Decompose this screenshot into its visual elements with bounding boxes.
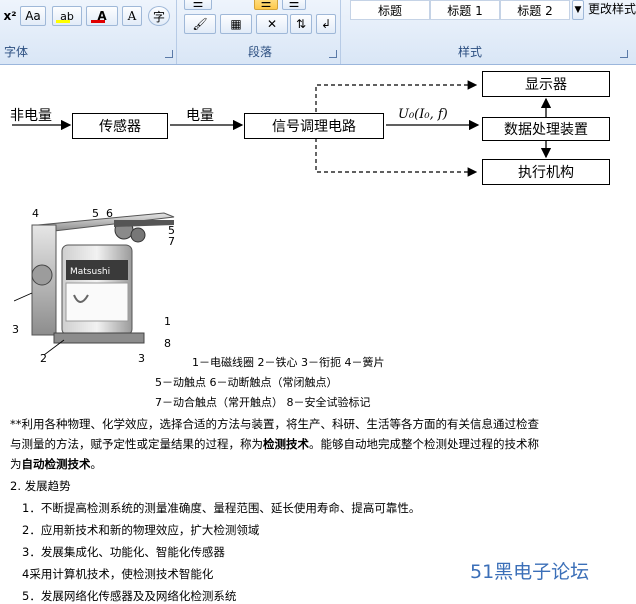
section-heading: 2. 发展趋势 [10,479,71,493]
line-spacing-icon: ☰ [288,0,300,10]
figure-label-5a: 5 [92,207,99,220]
font-color-bar [91,20,105,23]
font-dialog-launcher-icon[interactable] [165,50,173,58]
styles-group-label: 样式 [457,45,482,59]
paragraph-group: ☰ ☰ ☰ 🖌 ▦ ✕ ⇅ ↲ 段落 [180,0,341,64]
definition-line-2: 与测量的方法，赋予定性或定量结果的过程，称为检测技术。能够自动地完成整个检测处理… [10,434,590,454]
definition-line-1: **利用各种物理、化学效应，选择合适的方法与装置，将生产、科研、生活等各方面的有… [10,414,590,434]
shading-button[interactable]: 🖌 [184,14,216,34]
asian-layout-button[interactable]: ⇅ [290,14,312,34]
list-item: 3．发展集成化、功能化、智能化传感器 [22,545,225,559]
sort-button[interactable]: ✕ [256,14,288,34]
asian-layout-icon: ⇅ [295,17,307,31]
show-marks-icon: ↲ [320,17,332,31]
borders-icon: ▦ [230,17,242,31]
sensor-box: 传感器 [72,113,168,139]
definition-text-1: **利用各种物理、化学效应，选择合适的方法与装置，将生产、科研、生活等各方面的有… [10,417,539,431]
figure-caption-line-1: 1－电磁线圈 2－铁心 3－衔扼 4－簧片 [192,356,385,369]
justify-button[interactable]: ☰ [254,0,278,10]
highlight-color-bar [56,20,70,23]
font-color-button[interactable]: A [86,6,118,26]
paragraph-dialog-launcher-icon[interactable] [329,50,337,58]
relay-brand-text: Matsushi [70,267,110,277]
show-marks-button[interactable]: ↲ [316,14,336,34]
input-label: 非电量 [10,108,52,124]
char-border-button[interactable]: A [122,6,142,26]
style-heading-2[interactable]: 标题 2 [500,0,570,20]
borders-button[interactable]: ▦ [220,14,252,34]
definition-text-4: 为 [10,457,22,471]
chevron-down-icon: ▼ [574,5,582,15]
style-heading[interactable]: 标题 [350,0,430,20]
figure-label-1: 1 [164,315,171,328]
dashed-to-actuator [315,138,478,177]
figure-caption-line-2: 5－动触点 6－动断触点（常闭触点） [155,376,338,389]
term-detection-technology: 检测技术 [263,437,309,451]
styles-dialog-launcher-icon[interactable] [620,50,628,58]
figure-caption-line-3: 7－动合触点（常开触点） 8－安全试验标记 [155,396,371,409]
figure-label-7: 7 [168,235,175,248]
styles-more-button[interactable]: ▼ [572,0,584,20]
style-heading-1[interactable]: 标题 1 [430,0,500,20]
actuator-box: 执行机构 [482,159,610,185]
display-box: 显示器 [482,71,610,97]
mid-label: 电量 [186,108,214,124]
dashed-to-display [315,80,478,112]
list-item: 2．应用新技术和新的物理效应，扩大检测领域 [22,523,260,537]
list-item: 1．不断提高检测系统的测量准确度、量程范围、延长使用寿命、提高可靠性。 [22,501,421,515]
font-group-label: 字体 [4,45,29,59]
superscript-button[interactable]: x² [0,6,20,26]
figure-label-4: 4 [32,207,39,220]
align-left-icon: ☰ [192,0,204,10]
figure-label-8: 8 [164,337,171,350]
term-automatic-detection: 自动检测技术 [21,457,91,471]
definition-line-3: 为自动检测技术。 [10,454,590,474]
figure-label-3b: 3 [138,352,145,365]
shading-icon: 🖌 [192,17,208,31]
justify-icon: ☰ [260,0,272,10]
styles-group: 标题 标题 1 标题 2 ▼ 更改样式 样式 [344,0,636,64]
font-group: x² Aa ab A A 字 字体 [0,0,177,64]
definition-text-3: 。能够自动地完成整个检测处理过程的技术称 [309,437,539,451]
output-label: U₀(I₀, f) [398,107,448,122]
definition-text-2: 与测量的方法，赋予定性或定量结果的过程，称为 [10,437,263,451]
sort-icon: ✕ [266,17,278,31]
change-styles-button[interactable]: 更改样式 [588,0,636,17]
phonetic-guide-button[interactable]: 字 [148,6,170,26]
highlight-button[interactable]: ab [52,6,82,26]
document-page[interactable]: 非电量 传感器 电量 信号调理电路 U₀(I₀, f) 显示器 数据处理装置 执… [0,65,636,603]
figure-label-2: 2 [40,352,47,365]
align-left-button[interactable]: ☰ [184,0,212,10]
line-spacing-button[interactable]: ☰ [282,0,306,10]
watermark: 51黑电子论坛 [470,561,590,583]
figure-label-6: 6 [106,207,113,220]
figure-label-3a: 3 [12,323,19,336]
list-item: 4采用计算机技术，使检测技术智能化 [22,567,214,581]
ribbon: x² Aa ab A A 字 字体 ☰ ☰ ☰ 🖌 ▦ ✕ ⇅ ↲ 段落 标题 … [0,0,636,65]
change-case-button[interactable]: Aa [20,6,46,26]
list-item: 5．发展网络化传感器及及网络化检测系统 [22,589,237,603]
paragraph-group-label: 段落 [247,45,272,59]
signal-box: 信号调理电路 [244,113,384,139]
definition-text-5: 。 [90,457,103,471]
processing-box: 数据处理装置 [482,117,610,141]
